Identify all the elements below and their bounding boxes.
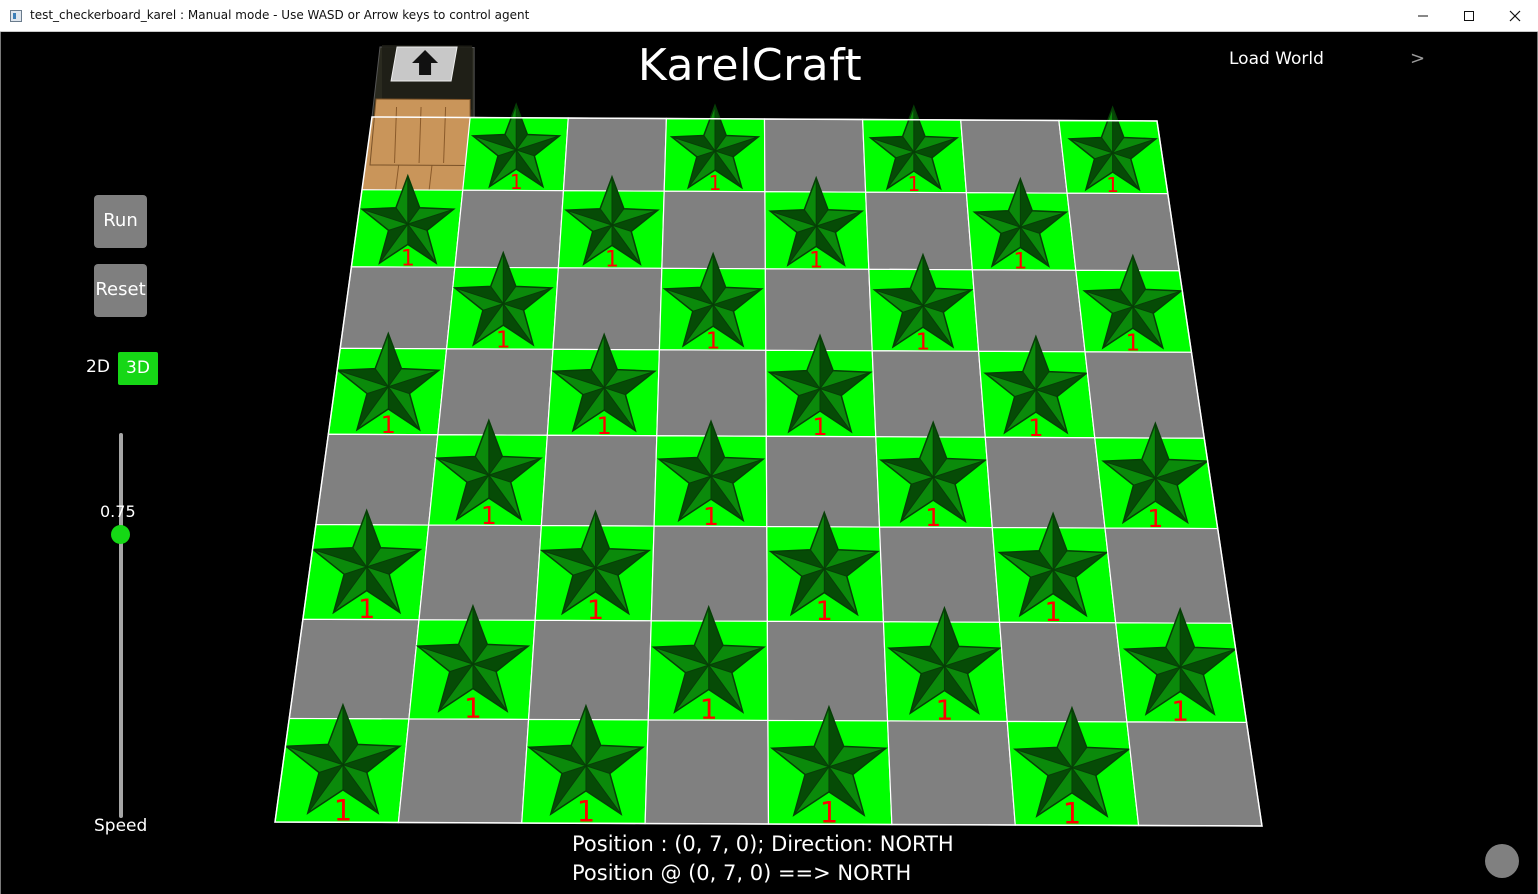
board-cell [315,433,439,526]
board-cell [871,350,986,438]
board-cell [886,720,1016,826]
empty-tile [644,719,770,825]
empty-tile [552,267,663,351]
board-cell [960,119,1068,194]
board-cell: 1 [327,331,448,439]
board-cell [1126,721,1263,827]
board-cell: 1 [408,603,536,725]
board-cell: 1 [1094,421,1219,533]
board-cell: 1 [658,251,767,355]
empty-tile [971,269,1086,353]
speed-slider-track[interactable] [119,433,123,818]
empty-tile [865,191,973,271]
world-board: 1 1 1 11 1 1 11 1 1 11 1 1 11 1 1 11 1 1 11 1 1 11 1 1 1 [274,45,1263,831]
speed-label: Speed [94,816,148,836]
board-cell [998,621,1128,723]
board-cell: 1 [445,250,560,354]
board-cell [562,117,667,192]
board-cell: 1 [875,420,993,532]
board-cell [339,266,456,350]
board-cell [1084,351,1205,439]
board-cell [552,267,663,351]
board-cell [865,191,973,271]
empty-tile [960,119,1068,194]
board-cell [527,619,652,721]
mode-2d-toggle[interactable]: 2D [86,357,110,377]
board-cell: 1 [766,510,885,627]
board-cell: 1 [350,173,464,272]
empty-tile [540,434,658,527]
empty-tile [288,618,420,720]
board-cell [878,526,1001,623]
board-cell [765,435,881,528]
board-cell: 1 [767,704,893,830]
board-cell [1104,527,1233,624]
empty-tile [418,524,543,621]
empty-tile [1066,192,1181,272]
board-cell [984,436,1106,529]
board-cell [288,618,420,720]
board-cell: 1 [427,418,548,530]
empty-tile [765,435,881,528]
status-position-summary: Position @ (0, 7, 0) ==> NORTH [572,861,912,885]
empty-tile [527,619,652,721]
empty-tile [1084,351,1205,439]
board-cell [971,269,1086,353]
chevron-right-icon[interactable]: > [1410,48,1425,69]
board-cell: 1 [965,176,1077,275]
status-position-direction: Position : (0, 7, 0); Direction: NORTH [572,832,954,856]
board-cell: 1 [977,334,1096,442]
empty-tile [1126,721,1263,827]
board-cell: 1 [764,175,870,274]
board-cell: 1 [765,333,877,441]
board-cell: 1 [653,419,768,531]
empty-tile [315,433,439,526]
board-cell [644,719,770,825]
board-cell [1066,192,1181,272]
load-world-button[interactable]: Load World [1229,49,1324,69]
board-cell [766,620,889,722]
reset-button[interactable]: Reset [94,264,147,317]
board-cell [540,434,658,527]
board-cell: 1 [302,508,430,625]
empty-tile [766,620,889,722]
empty-tile [437,348,554,436]
empty-tile [984,436,1106,529]
game-title: KarelCraft [637,40,863,91]
empty-tile [886,720,1016,826]
empty-tile [339,266,456,350]
run-button[interactable]: Run [94,195,147,248]
speed-value: 0.75 [100,502,136,522]
board-cell: 1 [534,509,655,626]
empty-tile [1104,527,1233,624]
board-cell [437,348,554,436]
empty-tile [397,718,530,824]
board-cell: 1 [521,703,649,829]
board-cell: 1 [991,511,1117,628]
board-cell [418,524,543,621]
board-cell: 1 [1006,705,1140,831]
corner-indicator [1485,844,1519,878]
mode-3d-toggle[interactable]: 3D [118,352,158,385]
empty-tile [871,350,986,438]
empty-tile [562,117,667,192]
empty-tile [998,621,1128,723]
board-cell: 1 [647,604,769,726]
board-cell: 1 [546,332,661,440]
board-cell: 1 [882,605,1008,727]
empty-tile [878,526,1001,623]
board-cell: 1 [868,252,980,356]
board-cell: 1 [1075,253,1193,357]
board-cell: 1 [557,174,665,273]
empty-tile [454,189,565,269]
board-cell: 1 [1115,606,1248,728]
board-cell: 1 [274,702,410,828]
up-arrow-icon [390,46,458,82]
board-cell [397,718,530,824]
board-grid: 1 1 1 11 1 1 11 1 1 11 1 1 11 1 1 11 1 1 11 1 1 11 1 1 1 [274,45,1263,831]
board-cell [454,189,565,269]
